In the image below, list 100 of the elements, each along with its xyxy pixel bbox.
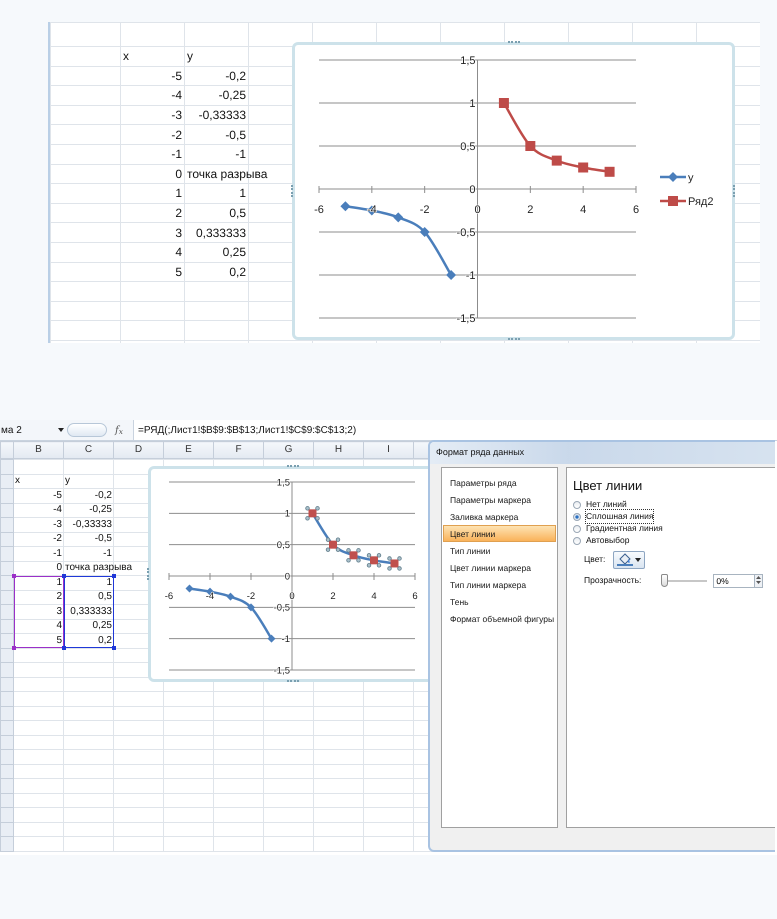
axis-label: 2 <box>330 591 336 602</box>
table-cell: 0,5 <box>229 207 246 220</box>
nav-item[interactable]: Тип линии маркера <box>443 576 556 593</box>
field-label: Прозрачность: <box>584 574 642 587</box>
column-header[interactable]: F <box>235 444 242 455</box>
table-cell: -0,2 <box>225 70 246 82</box>
table-cell: -1 <box>171 148 182 160</box>
table-cell: 1 <box>106 578 112 588</box>
radio-button[interactable] <box>573 500 581 508</box>
dropdown-caret-icon[interactable] <box>58 428 64 432</box>
column-header[interactable]: C <box>84 444 92 455</box>
resize-handle[interactable] <box>287 465 299 468</box>
table-cell: 3 <box>175 226 182 239</box>
nav-item[interactable]: Параметры ряда <box>443 474 556 491</box>
axis-label: 1,5 <box>276 477 290 488</box>
axis-label: -6 <box>164 591 174 602</box>
column-header[interactable]: I <box>387 444 390 455</box>
selection-handle[interactable] <box>12 646 16 650</box>
table-cell: 0 <box>56 563 62 574</box>
section-heading: Цвет линии <box>573 477 644 495</box>
insert-function-button[interactable]: f$_{x}$ <box>115 422 133 438</box>
paint-bucket-icon <box>617 553 634 566</box>
selection-handle[interactable] <box>112 574 116 578</box>
table-cell: 1 <box>175 187 182 200</box>
axis-label: -1 <box>282 634 290 645</box>
table-cell: точка разрыва <box>65 563 132 574</box>
radio-button[interactable] <box>573 524 581 532</box>
nav-item[interactable]: Тень <box>443 593 556 610</box>
table-cell: -0,25 <box>89 505 112 516</box>
legend-label: Ряд2 <box>688 196 714 208</box>
axis-label: -1 <box>466 270 476 282</box>
chart-area[interactable]: y Ряд2 1,5 1 0,5 0 -0,5 -1 -1,5 -6 -4 -2 0 2 4 6 <box>292 42 735 340</box>
axis-label: -4 <box>206 591 214 602</box>
table-cell: -0,2 <box>94 490 112 501</box>
column-header[interactable]: G <box>284 444 292 455</box>
option-label[interactable]: Нет линий <box>586 498 627 511</box>
axis-label: 0,5 <box>460 140 476 153</box>
resize-handle[interactable] <box>508 41 520 44</box>
nav-item[interactable]: Параметры маркера <box>443 491 556 508</box>
selection-handle[interactable] <box>112 646 116 650</box>
table-cell: 4 <box>56 621 62 632</box>
resize-handle[interactable] <box>508 338 520 341</box>
table-cell: -4 <box>53 505 62 516</box>
nav-item[interactable]: Тип линии <box>443 542 556 559</box>
table-cell: 3 <box>56 606 62 617</box>
field-label: Цвет: <box>584 553 606 566</box>
table-cell: 0,2 <box>98 636 112 646</box>
nav-item[interactable]: Цвет линии <box>443 525 556 542</box>
radio-button[interactable] <box>573 536 581 544</box>
dialog-title: Формат ряда данных <box>430 442 775 464</box>
table-cell: -0,5 <box>94 534 112 544</box>
axis-label: 4 <box>371 591 377 602</box>
table-cell: -0,5 <box>225 128 246 141</box>
table-cell: 0,333333 <box>196 226 246 239</box>
axis-label: 1 <box>284 508 290 520</box>
axis-label: 2 <box>527 204 534 216</box>
axis-label: 1,5 <box>460 54 476 67</box>
transparency-field[interactable]: 0% <box>713 574 754 588</box>
resize-handle[interactable] <box>291 185 294 197</box>
table-cell: 4 <box>175 246 182 258</box>
data-marker <box>668 196 678 206</box>
selection-handle[interactable] <box>12 574 16 578</box>
column-header[interactable]: E <box>185 444 192 455</box>
resize-handle[interactable] <box>733 185 736 197</box>
slider-thumb[interactable] <box>661 574 668 586</box>
column-header[interactable]: D <box>134 444 142 455</box>
resize-handle[interactable] <box>287 680 299 683</box>
table-cell: 0,5 <box>98 592 112 602</box>
formula-field[interactable]: =РЯД(;Лист1!$B$9:$B$13;Лист1!$C$9:$C$13;2) <box>133 420 777 440</box>
axis-label: 0 <box>469 184 476 196</box>
axis-label: -1,5 <box>456 312 476 325</box>
table-cell: 1 <box>239 187 246 200</box>
axis-label: -1,5 <box>274 665 290 676</box>
axis-label: -4 <box>366 204 377 216</box>
option-label[interactable]: Автовыбор <box>586 534 630 547</box>
option-label[interactable]: Градиентная линия <box>586 522 663 535</box>
axis-label: -6 <box>314 204 324 216</box>
spinner-icon[interactable] <box>754 574 764 588</box>
column-header[interactable]: B <box>35 444 42 455</box>
nav-item[interactable]: Формат объемной фигуры <box>443 610 556 627</box>
nav-item[interactable]: Цвет линии маркера <box>443 559 556 576</box>
axis-label: 0 <box>284 571 290 582</box>
name-box[interactable]: ма 2 <box>0 422 58 438</box>
table-cell: -3 <box>171 109 182 122</box>
table-cell: 5 <box>56 636 62 646</box>
table-cell: -1 <box>103 548 112 559</box>
radio-button[interactable] <box>573 512 581 520</box>
axis-label: -0,5 <box>456 226 476 239</box>
table-cell: 0 <box>175 168 182 180</box>
table-cell: -0,25 <box>218 89 246 102</box>
option-label[interactable]: Сплошная линия <box>586 510 654 523</box>
table-cell: y <box>187 50 193 62</box>
column-header[interactable]: H <box>334 444 342 455</box>
table-cell: 2 <box>175 207 182 220</box>
color-picker-button[interactable] <box>613 550 646 568</box>
axis-label: -2 <box>246 591 256 602</box>
nav-item[interactable]: Заливка маркера <box>443 508 556 525</box>
axis-label: 0 <box>474 204 481 216</box>
table-cell: -4 <box>171 89 182 102</box>
resize-handle[interactable] <box>147 568 150 580</box>
